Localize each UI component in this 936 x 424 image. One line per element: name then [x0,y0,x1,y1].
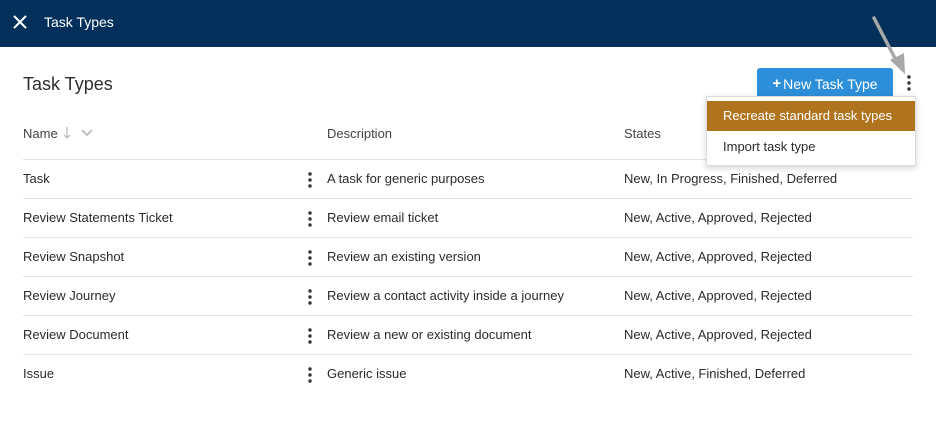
row-more-icon[interactable] [306,365,314,385]
row-more-icon[interactable] [306,287,314,307]
column-header-description: Description [327,126,393,141]
pointer-arrow-icon [868,14,908,76]
row-states: New, In Progress, Finished, Deferred [624,171,838,186]
column-header-states: States [624,126,661,141]
row-name: Task [23,171,50,186]
table-row[interactable]: Review Document Review a new or existing… [23,315,913,354]
row-states: New, Active, Approved, Rejected [624,288,812,303]
page-title: Task Types [23,74,113,94]
plus-icon: + [772,75,782,92]
row-name: Review Statements Ticket [23,210,173,225]
table-row[interactable]: Review Snapshot Review an existing versi… [23,237,913,276]
row-more-icon[interactable] [306,209,314,229]
row-states: New, Active, Approved, Rejected [624,210,812,225]
row-more-icon[interactable] [306,326,314,346]
new-task-type-label: New Task Type [783,75,878,92]
sort-arrow-icon[interactable] [62,125,94,141]
row-name: Review Journey [23,288,116,303]
table-row[interactable]: Review Journey Review a contact activity… [23,276,913,315]
menu-item-recreate-standard-task-types[interactable]: Recreate standard task types [707,101,915,131]
row-name: Issue [23,366,55,381]
row-states: New, Active, Approved, Rejected [624,249,812,264]
row-name: Review Snapshot [23,249,125,264]
row-description: A task for generic purposes [327,171,485,186]
row-description: Review an existing version [327,249,481,264]
row-description: Review a new or existing document [327,327,532,342]
row-more-icon[interactable] [306,170,314,190]
table-row[interactable]: Issue Generic issue New, Active, Finishe… [23,354,913,393]
row-states: New, Active, Approved, Rejected [624,327,812,342]
table-row[interactable]: Review Statements Ticket Review email ti… [23,198,913,237]
row-description: Generic issue [327,366,407,381]
row-states: New, Active, Finished, Deferred [624,366,806,381]
topbar-title: Task Types [44,14,114,30]
menu-item-import-task-type[interactable]: Import task type [707,132,915,162]
top-bar: Task Types [0,0,936,47]
row-description: Review email ticket [327,210,439,225]
more-actions-menu: Recreate standard task types Import task… [706,96,916,166]
close-icon[interactable] [10,12,30,32]
column-header-name[interactable]: Name [23,126,58,141]
row-more-icon[interactable] [306,248,314,268]
row-name: Review Document [23,327,129,342]
row-description: Review a contact activity inside a journ… [327,288,565,303]
